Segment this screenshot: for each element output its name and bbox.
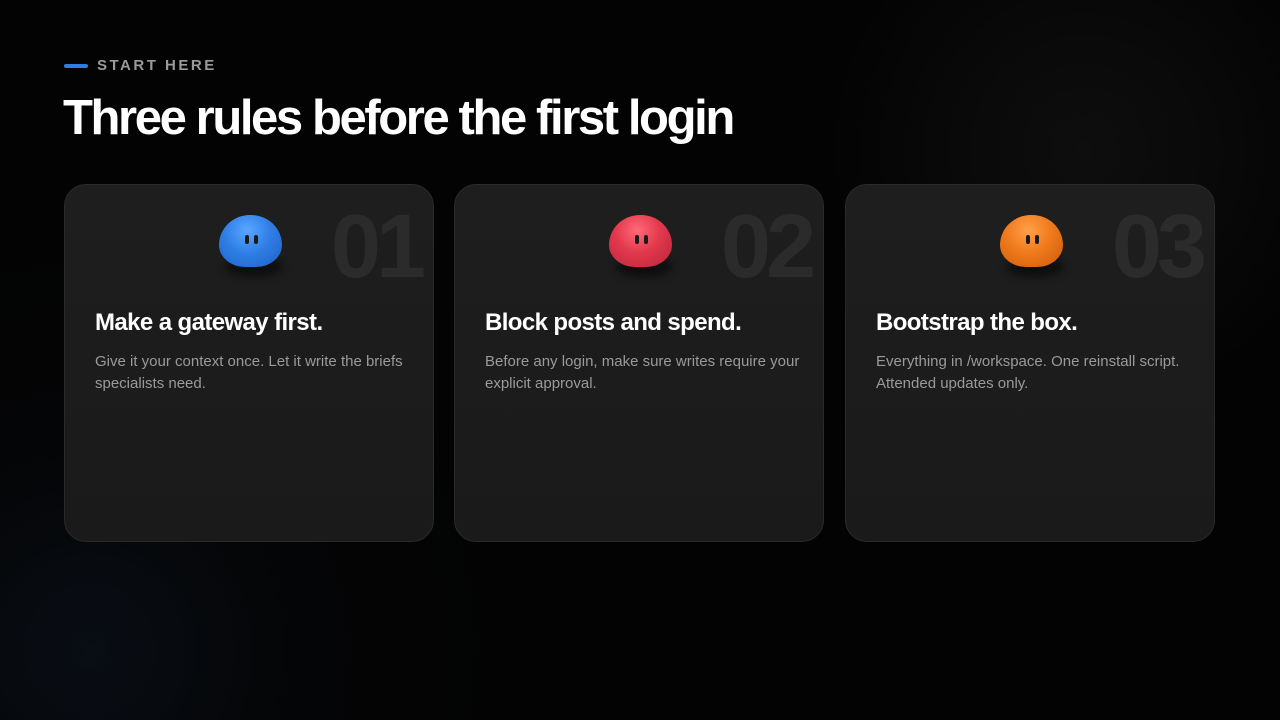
rule-card-1: 01 Make a gateway first. Give it your co… xyxy=(64,184,434,542)
card-description: Give it your context once. Let it write … xyxy=(95,353,403,392)
card-number: 01 xyxy=(330,197,426,297)
eyebrow: START HERE xyxy=(64,57,217,74)
eyebrow-label: START HERE xyxy=(97,57,217,74)
card-description: Before any login, make sure writes requi… xyxy=(485,353,800,392)
page-title: Three rules before the first login xyxy=(63,91,735,145)
red-blob-mascot-icon xyxy=(609,215,673,277)
eyebrow-accent-bar xyxy=(64,63,88,68)
blue-blob-mascot-icon xyxy=(219,215,283,277)
card-number: 03 xyxy=(1111,197,1207,297)
rule-card-2: 02 Block posts and spend. Before any log… xyxy=(454,184,824,542)
card-title: Bootstrap the box. xyxy=(876,309,1078,336)
card-title: Block posts and spend. xyxy=(485,309,742,336)
card-number: 02 xyxy=(720,197,816,297)
rule-card-3: 03 Bootstrap the box. Everything in /wor… xyxy=(845,184,1215,542)
card-description: Everything in /workspace. One reinstall … xyxy=(876,353,1180,392)
card-title: Make a gateway first. xyxy=(95,309,323,336)
rules-card-list: 01 Make a gateway first. Give it your co… xyxy=(64,184,1216,544)
orange-blob-mascot-icon xyxy=(1000,215,1064,277)
